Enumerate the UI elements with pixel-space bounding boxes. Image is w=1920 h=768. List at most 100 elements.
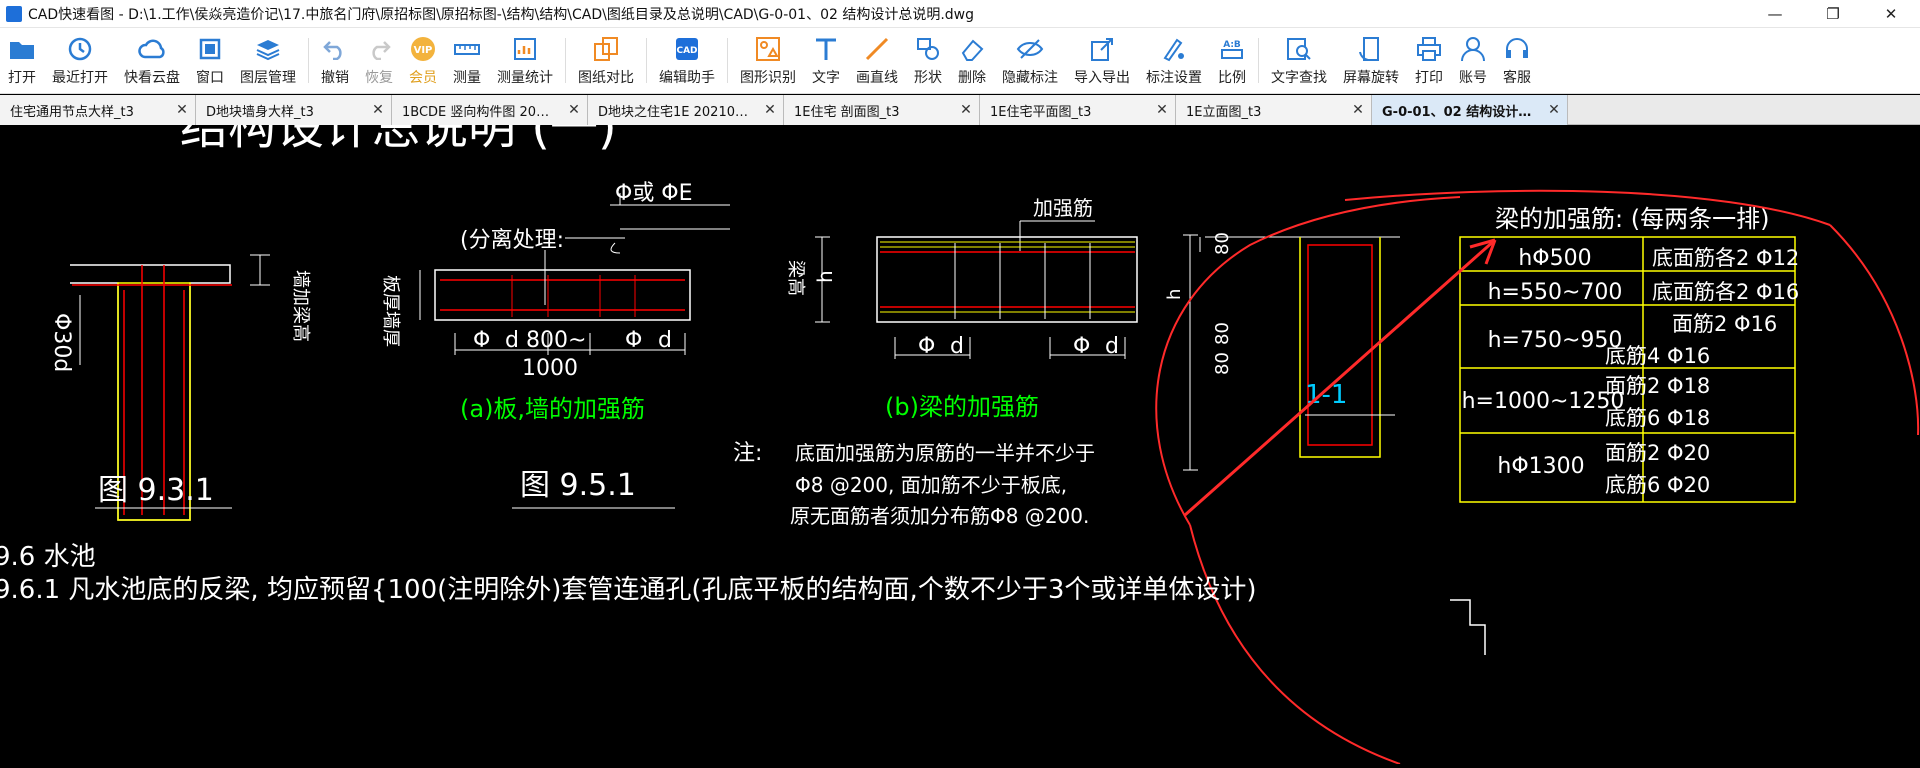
cad-drawing[interactable]: 结构设计总说明 (一) 墙加梁高 Φ30d 图 9.3.1 Φ或 ΦE (分离处… bbox=[0, 99, 1920, 765]
scale-button[interactable]: A:B 比例 bbox=[1210, 28, 1254, 93]
support-label: 客服 bbox=[1503, 69, 1531, 86]
close-window-button[interactable]: ✕ bbox=[1862, 0, 1920, 28]
text-button[interactable]: 文字 bbox=[804, 28, 848, 93]
fig951a-dim-left: Φ bbox=[473, 328, 490, 353]
account-button[interactable]: 账号 bbox=[1451, 28, 1495, 93]
table-row-4-top: 面筋2 Φ18 bbox=[1605, 374, 1710, 398]
compare-button[interactable]: 图纸对比 bbox=[570, 28, 642, 93]
hide-annotation-button[interactable]: 隐藏标注 bbox=[994, 28, 1066, 93]
table-row-4-bottom: 底筋6 Φ18 bbox=[1605, 406, 1710, 430]
shape-recognize-button[interactable]: 图形识别 bbox=[732, 28, 804, 93]
text-icon bbox=[812, 35, 840, 63]
redo-label: 恢复 bbox=[365, 69, 393, 86]
table-row-5-bottom: 底筋6 Φ20 bbox=[1605, 473, 1710, 497]
note-block: 注: 底面加强筋为原筋的一半并不少于 Φ8 @200, 面加筋不少于板底, 原无… bbox=[733, 441, 1095, 528]
line-button[interactable]: 画直线 bbox=[848, 28, 906, 93]
edit-assistant-button[interactable]: CAD 编辑助手 bbox=[651, 28, 723, 93]
line-icon bbox=[863, 35, 891, 63]
fig931-phi-dim: Φ30d bbox=[49, 313, 74, 372]
tab-5[interactable]: 1E住宅 剖面图_t3 ✕ bbox=[784, 95, 980, 125]
fig951a-dim-mid: d 800~ bbox=[505, 328, 586, 353]
section-label: 1-1 bbox=[1305, 380, 1347, 410]
svg-text:A:B: A:B bbox=[1223, 40, 1241, 50]
toolbar-divider bbox=[646, 38, 647, 83]
section-dim80-c: 80 bbox=[1212, 352, 1233, 375]
vip-button[interactable]: VIP 会员 bbox=[401, 28, 445, 93]
open-button[interactable]: 打开 bbox=[0, 28, 44, 93]
recent-label: 最近打开 bbox=[52, 69, 108, 86]
table-row-5-top: 面筋2 Φ20 bbox=[1605, 441, 1710, 465]
user-icon bbox=[1459, 35, 1487, 63]
fig951b-dim-right-d: d bbox=[1105, 334, 1119, 359]
account-label: 账号 bbox=[1459, 69, 1487, 86]
text-search-icon bbox=[1285, 35, 1313, 63]
annotation-settings-button[interactable]: 标注设置 bbox=[1138, 28, 1210, 93]
rotate-screen-label: 屏幕旋转 bbox=[1343, 69, 1399, 86]
tab-label: 1E立面图_t3 bbox=[1186, 104, 1262, 120]
fig951a-dim-right-d: d bbox=[658, 328, 672, 353]
section-9-6-1-text: 9.6.1 凡水池底的反梁, 均应预留{100(注明除外)套管连通孔(孔底平板的… bbox=[0, 575, 1257, 605]
fig951a-dim-right: Φ bbox=[625, 328, 642, 353]
minimize-button[interactable]: — bbox=[1746, 0, 1804, 28]
delete-button[interactable]: 删除 bbox=[950, 28, 994, 93]
tab-4[interactable]: D地块之住宅1E 20210… ✕ bbox=[588, 95, 784, 125]
tab-label: D地块墙身大样_t3 bbox=[206, 104, 314, 120]
rotate-screen-button[interactable]: 屏幕旋转 bbox=[1335, 28, 1407, 93]
close-icon[interactable]: ✕ bbox=[567, 102, 581, 118]
tab-2[interactable]: D地块墙身大样_t3 ✕ bbox=[196, 95, 392, 125]
close-icon[interactable]: ✕ bbox=[1547, 102, 1561, 118]
tab-6[interactable]: 1E住宅平面图_t3 ✕ bbox=[980, 95, 1176, 125]
tab-1[interactable]: 住宅通用节点大样_t3 ✕ bbox=[0, 95, 196, 125]
close-icon[interactable]: ✕ bbox=[763, 102, 777, 118]
tab-label: G-0-01、02 结构设计… bbox=[1382, 104, 1532, 120]
section-dim80-b: 80 bbox=[1212, 322, 1233, 345]
fig951b-caption: (b)梁的加强筋 bbox=[885, 393, 1039, 421]
recent-button[interactable]: 最近打开 bbox=[44, 28, 116, 93]
scale-icon: A:B bbox=[1218, 35, 1246, 63]
close-icon[interactable]: ✕ bbox=[371, 102, 385, 118]
table-row-2-h: h=550~700 bbox=[1488, 280, 1623, 305]
shape-recognize-icon bbox=[754, 35, 782, 63]
tab-label: 住宅通用节点大样_t3 bbox=[10, 104, 134, 120]
print-button[interactable]: 打印 bbox=[1407, 28, 1451, 93]
tab-label: 1E住宅平面图_t3 bbox=[990, 104, 1092, 120]
cloud-button[interactable]: 快看云盘 bbox=[116, 28, 188, 93]
tab-7[interactable]: 1E立面图_t3 ✕ bbox=[1176, 95, 1372, 125]
compare-icon bbox=[592, 35, 620, 63]
beam-reinforcement-table: 梁的加强筋: (每两条一排) hΦ500 底面筋各2 Φ12 h=550~700… bbox=[1459, 205, 1799, 503]
fig951b-top-label: 加强筋 bbox=[1033, 196, 1093, 220]
toolbar-divider bbox=[1258, 38, 1259, 83]
annotation-settings-label: 标注设置 bbox=[1146, 69, 1202, 86]
measure-button[interactable]: 测量 bbox=[445, 28, 489, 93]
layers-button[interactable]: 图层管理 bbox=[232, 28, 304, 93]
table-row-2-rebar: 底面筋各2 Φ16 bbox=[1652, 280, 1799, 304]
import-export-label: 导入导出 bbox=[1074, 69, 1130, 86]
window-button[interactable]: 窗口 bbox=[188, 28, 232, 93]
fig951a-separate: (分离处理: bbox=[460, 228, 564, 253]
undo-button[interactable]: 撤销 bbox=[313, 28, 357, 93]
close-icon[interactable]: ✕ bbox=[175, 102, 189, 118]
tab-3[interactable]: 1BCDE 竖向构件图 20… ✕ bbox=[392, 95, 588, 125]
table-row-1-h: hΦ500 bbox=[1518, 246, 1591, 271]
app-icon bbox=[6, 5, 22, 22]
close-icon[interactable]: ✕ bbox=[1351, 102, 1365, 118]
drawing-canvas[interactable]: 结构设计总说明 (一) 墙加梁高 Φ30d 图 9.3.1 Φ或 ΦE (分离处… bbox=[0, 99, 1920, 765]
print-label: 打印 bbox=[1415, 69, 1443, 86]
title-bar: CAD快速看图 - D:\1.工作\侯焱亮造价记\17.中旅名门府\原招标图\原… bbox=[0, 0, 1920, 28]
maximize-button[interactable]: ❐ bbox=[1804, 0, 1862, 28]
hide-annotation-label: 隐藏标注 bbox=[1002, 69, 1058, 86]
close-icon[interactable]: ✕ bbox=[959, 102, 973, 118]
import-export-button[interactable]: 导入导出 bbox=[1066, 28, 1138, 93]
close-icon[interactable]: ✕ bbox=[1155, 102, 1169, 118]
shape-button[interactable]: 形状 bbox=[906, 28, 950, 93]
measure-stats-button[interactable]: 测量统计 bbox=[489, 28, 561, 93]
folder-icon bbox=[8, 35, 36, 63]
redo-button[interactable]: 恢复 bbox=[357, 28, 401, 93]
text-search-button[interactable]: 文字查找 bbox=[1263, 28, 1335, 93]
window-title: CAD快速看图 - D:\1.工作\侯焱亮造价记\17.中旅名门府\原招标图\原… bbox=[28, 6, 975, 23]
note-line2: Φ8 @200, 面加筋不少于板底, bbox=[795, 473, 1067, 497]
cloud-label: 快看云盘 bbox=[124, 69, 180, 86]
svg-text:VIP: VIP bbox=[414, 45, 433, 56]
support-button[interactable]: 客服 bbox=[1495, 28, 1539, 93]
tab-8-active[interactable]: G-0-01、02 结构设计… ✕ bbox=[1372, 95, 1568, 125]
